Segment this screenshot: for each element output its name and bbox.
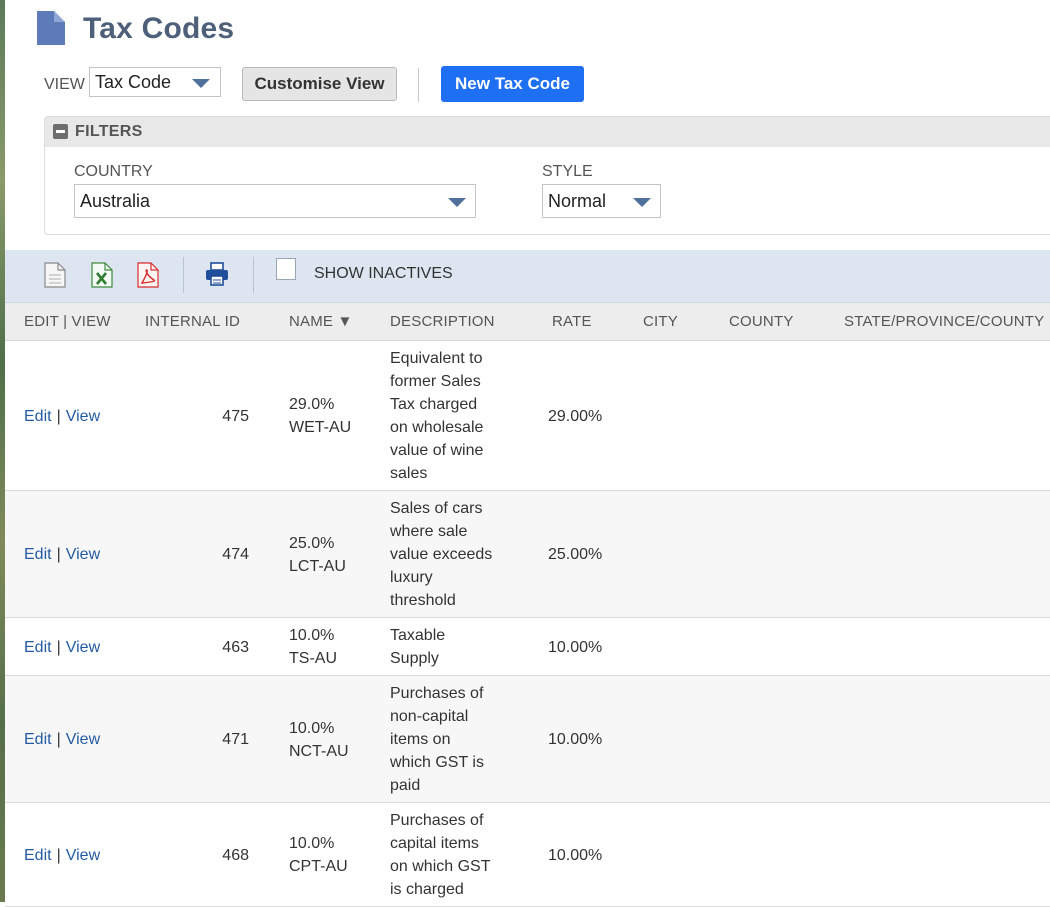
rate-cell: 10.00% — [548, 846, 603, 864]
style-select-value: Normal — [548, 191, 607, 211]
name-cell: 10.0% CPT-AU — [289, 835, 348, 875]
view-link[interactable]: View — [66, 639, 100, 656]
show-inactives-label: SHOW INACTIVES — [314, 265, 453, 282]
customise-view-button[interactable]: Customise View — [242, 67, 397, 101]
view-link[interactable]: View — [66, 731, 100, 748]
edit-link[interactable]: Edit — [24, 639, 52, 656]
name-cell: 25.0% LCT-AU — [289, 534, 346, 575]
description-cell: Taxable Supply — [390, 627, 446, 667]
edit-view-cell: Edit | View — [24, 728, 100, 751]
page: Tax Codes VIEW Tax Code Customise View N… — [5, 0, 1050, 907]
rate-cell: 10.00% — [548, 638, 603, 656]
column-header-internal-id[interactable]: INTERNAL ID — [145, 313, 240, 330]
table-row — [5, 803, 1050, 907]
table-row — [5, 618, 1050, 676]
edit-view-cell: Edit | View — [24, 405, 100, 428]
view-link[interactable]: View — [66, 546, 100, 563]
style-select[interactable]: Normal — [542, 184, 661, 218]
style-label: STYLE — [542, 163, 593, 180]
rate-cell: 10.00% — [548, 731, 603, 748]
table-row — [5, 491, 1050, 618]
export-csv-icon[interactable] — [44, 262, 66, 288]
column-header-state[interactable]: STATE/PROVINCE/COUNTY — [844, 313, 1044, 330]
country-select[interactable]: Australia — [74, 184, 476, 218]
name-cell: 29.0% WET-AU — [289, 396, 352, 436]
column-header-edit-view: EDIT | VIEW — [24, 313, 111, 330]
filters-title: FILTERS — [75, 123, 143, 140]
chevron-down-icon — [448, 198, 466, 207]
column-header-rate[interactable]: RATE — [552, 313, 592, 330]
country-label: COUNTRY — [74, 163, 153, 180]
chevron-down-icon — [192, 79, 210, 88]
new-tax-code-button[interactable]: New Tax Code — [441, 66, 584, 102]
view-label: VIEW — [44, 76, 85, 93]
name-cell: 10.0% TS-AU — [289, 627, 337, 667]
print-icon[interactable] — [204, 261, 230, 287]
toolbar-divider — [183, 257, 184, 293]
column-header-description[interactable]: DESCRIPTION — [390, 313, 495, 330]
description-cell: Purchases of non-capital items on which GST… — [390, 685, 484, 794]
link-separator: | — [56, 846, 61, 864]
edit-link[interactable]: Edit — [24, 408, 52, 425]
link-separator: | — [56, 731, 61, 748]
link-separator: | — [56, 546, 61, 563]
rate-cell: 25.00% — [548, 546, 603, 563]
description-cell: Sales of cars where sale value exceeds luxu… — [390, 500, 493, 609]
collapse-icon[interactable] — [53, 124, 68, 139]
table-row — [5, 676, 1050, 803]
document-icon — [37, 11, 65, 45]
column-header-name[interactable]: NAME ▼ — [289, 313, 353, 330]
edit-view-cell: Edit | View — [24, 844, 100, 867]
country-select-value: Australia — [80, 191, 151, 211]
export-pdf-icon[interactable] — [137, 262, 159, 288]
view-select-value: Tax Code — [95, 72, 172, 92]
column-header-county[interactable]: COUNTY — [729, 313, 794, 330]
internal-id-cell: 468 — [222, 846, 249, 864]
description-cell: Equivalent to former Sales Tax charged on w… — [390, 350, 484, 482]
toolbar-divider — [253, 257, 254, 293]
internal-id-cell: 474 — [222, 546, 249, 563]
show-inactives-checkbox[interactable] — [276, 258, 296, 280]
page-title: Tax Codes — [83, 12, 235, 45]
rate-cell: 29.00% — [548, 407, 603, 425]
table-row — [5, 341, 1050, 491]
internal-id-cell: 463 — [222, 638, 249, 656]
edit-link[interactable]: Edit — [24, 546, 52, 563]
view-link[interactable]: View — [66, 847, 100, 864]
edit-view-cell: Edit | View — [24, 543, 100, 566]
edit-view-cell: Edit | View — [24, 636, 100, 659]
link-separator: | — [56, 638, 61, 656]
divider — [418, 68, 419, 102]
edit-link[interactable]: Edit — [24, 847, 52, 864]
edit-link[interactable]: Edit — [24, 731, 52, 748]
view-select[interactable]: Tax Code — [89, 67, 221, 97]
list-toolbar — [5, 250, 1050, 303]
internal-id-cell: 475 — [222, 407, 249, 425]
filters-header[interactable] — [45, 117, 1050, 147]
view-link[interactable]: View — [66, 408, 100, 425]
link-separator: | — [56, 407, 61, 425]
column-header-city[interactable]: CITY — [643, 313, 678, 330]
internal-id-cell: 471 — [222, 731, 249, 748]
name-cell: 10.0% NCT-AU — [289, 719, 349, 760]
chevron-down-icon — [633, 198, 651, 207]
export-excel-icon[interactable] — [91, 262, 113, 288]
description-cell: Purchases of capital items on which GST is … — [390, 812, 491, 898]
